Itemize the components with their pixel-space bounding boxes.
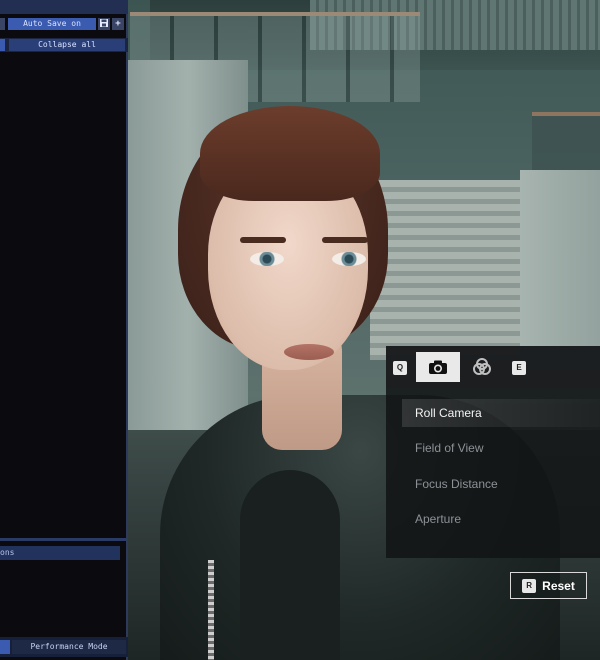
floppy-disk-icon-glyph <box>100 19 108 27</box>
right-eye <box>332 252 366 266</box>
left-eyebrow <box>240 237 286 243</box>
performance-mode-button[interactable]: Performance Mode <box>12 640 126 654</box>
options-row[interactable]: ons <box>0 546 120 560</box>
menu-item-field-of-view[interactable]: Field of View <box>415 441 483 455</box>
prev-tab-key[interactable]: Q <box>393 361 407 375</box>
right-eyebrow <box>322 237 368 243</box>
next-tab-key[interactable]: E <box>512 361 526 375</box>
menu-item-focus-distance[interactable]: Focus Distance <box>415 477 498 491</box>
camera-icon <box>429 360 447 374</box>
menu-item-roll-camera[interactable]: Roll Camera <box>415 406 482 420</box>
dropdown-arrow-icon[interactable] <box>0 18 5 30</box>
plus-icon[interactable]: + <box>112 18 124 30</box>
expand-handle[interactable] <box>0 39 5 51</box>
editor-panel: Auto Save on + Collapse all ons Performa… <box>0 0 128 660</box>
tab-color-filter[interactable] <box>460 352 504 382</box>
performance-toggle-handle[interactable] <box>0 640 10 654</box>
character-shirt <box>240 470 340 660</box>
panel-divider <box>0 538 126 541</box>
menu-item-aperture[interactable]: Aperture <box>415 512 461 526</box>
floppy-disk-icon[interactable] <box>98 18 110 30</box>
reset-key: R <box>522 578 537 593</box>
staircase <box>370 180 530 360</box>
collapse-all-button[interactable]: Collapse all <box>9 39 125 51</box>
concrete-wall <box>520 170 600 370</box>
left-eye <box>250 252 284 266</box>
reset-button[interactable]: R Reset <box>510 572 587 599</box>
character-lips <box>284 344 334 360</box>
tab-camera[interactable] <box>416 352 460 382</box>
panel-toolbar <box>0 0 128 14</box>
jacket-zipper <box>208 560 214 660</box>
auto-save-button[interactable]: Auto Save on <box>8 18 96 30</box>
color-filter-icon <box>473 358 491 375</box>
character-hair-top <box>200 106 380 201</box>
right-balcony <box>532 112 600 170</box>
reset-label: Reset <box>542 578 575 593</box>
